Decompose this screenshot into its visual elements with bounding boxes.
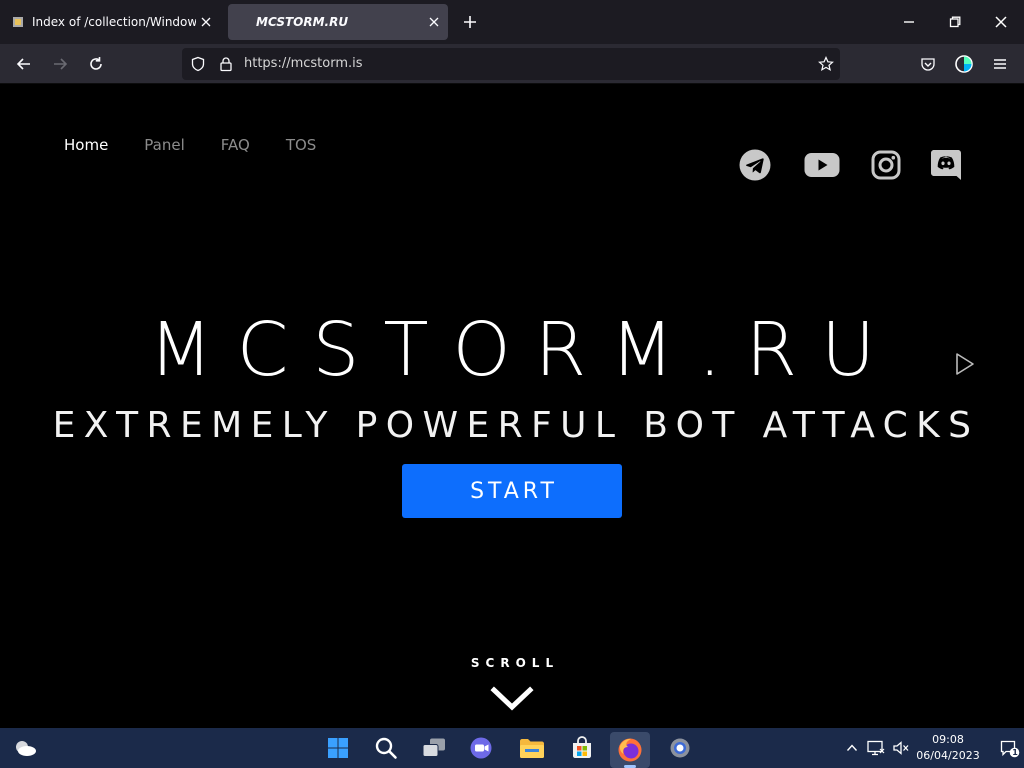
telegram-icon[interactable] (738, 148, 772, 182)
volume-muted-icon[interactable] (891, 738, 911, 758)
nav-panel-link[interactable]: Panel (144, 136, 184, 154)
chevron-down-icon[interactable] (490, 684, 534, 714)
tab-title: Index of /collection/Windows 1 (32, 15, 196, 29)
url-text[interactable]: https://mcstorm.is (244, 48, 363, 80)
network-icon[interactable] (866, 738, 886, 758)
task-view-icon[interactable] (414, 732, 454, 764)
scroll-label[interactable]: SCROLL (0, 656, 1024, 670)
taskbar-clock[interactable]: 09:08 06/04/2023 (914, 732, 982, 764)
youtube-icon[interactable] (804, 148, 840, 182)
site-tagline: EXTREMELY POWERFUL BOT ATTACKS (52, 405, 980, 446)
mouse-cursor-icon (954, 352, 976, 376)
discord-icon[interactable] (929, 148, 963, 182)
store-icon[interactable] (562, 732, 602, 764)
tab-mcstorm[interactable]: MCSTORM.RU (228, 4, 448, 40)
star-icon[interactable] (816, 54, 836, 74)
navigation-toolbar: https://mcstorm.is (0, 44, 1024, 84)
settings-icon[interactable] (660, 732, 700, 764)
account-icon[interactable] (948, 48, 980, 80)
tab-index-collection[interactable]: Index of /collection/Windows 1 (4, 4, 220, 40)
back-icon[interactable] (8, 48, 40, 80)
nav-home-link[interactable]: Home (64, 136, 108, 154)
file-explorer-icon[interactable] (512, 732, 552, 764)
start-icon[interactable] (318, 732, 358, 764)
url-bar[interactable]: https://mcstorm.is (182, 48, 840, 80)
lock-icon[interactable] (216, 54, 236, 74)
screen: Index of /collection/Windows 1 MCSTORM.R… (0, 0, 1024, 768)
minimize-button[interactable] (886, 0, 932, 44)
weather-icon[interactable] (12, 736, 38, 760)
notification-center-icon[interactable]: 1 (1000, 740, 1020, 758)
menu-icon[interactable] (984, 48, 1016, 80)
tab-strip: Index of /collection/Windows 1 MCSTORM.R… (0, 0, 1024, 44)
reload-icon[interactable] (80, 48, 112, 80)
tab-title: MCSTORM.RU (256, 15, 349, 29)
nav-faq-link[interactable]: FAQ (221, 136, 250, 154)
teams-icon[interactable] (462, 732, 502, 764)
close-window-button[interactable] (978, 0, 1024, 44)
site-nav: Home Panel FAQ TOS (64, 136, 352, 154)
notification-count: 1 (1012, 748, 1018, 757)
taskbar: 09:08 06/04/2023 1 (0, 728, 1024, 768)
instagram-icon[interactable] (869, 148, 903, 182)
restore-button[interactable] (932, 0, 978, 44)
pocket-icon[interactable] (912, 48, 944, 80)
forward-icon[interactable] (44, 48, 76, 80)
search-icon[interactable] (366, 732, 406, 764)
chevron-up-icon[interactable] (842, 738, 862, 758)
clock-date: 06/04/2023 (916, 749, 980, 762)
nav-tos-link[interactable]: TOS (286, 136, 317, 154)
clock-time: 09:08 (932, 733, 964, 746)
start-button[interactable]: START (402, 464, 622, 518)
firefox-icon[interactable] (610, 732, 650, 768)
tab-close-icon[interactable] (196, 12, 216, 32)
new-tab-button[interactable] (456, 8, 484, 36)
page-favicon-icon (12, 16, 24, 28)
shield-icon[interactable] (188, 54, 208, 74)
tab-close-icon[interactable] (424, 12, 444, 32)
site-brand-title: MCSTORM.RU (148, 307, 900, 393)
page-content: Home Panel FAQ TOS MCSTORM.RU EXTREMELY … (0, 84, 1024, 728)
